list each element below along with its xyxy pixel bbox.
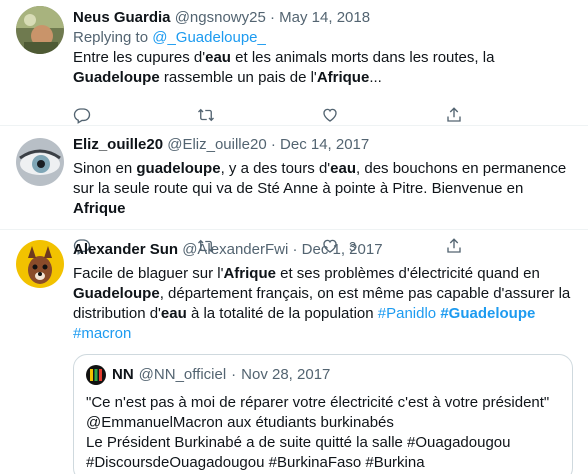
tweet-date[interactable]: Dec 14, 2017: [280, 136, 369, 153]
tweet-date[interactable]: Dec 1, 2017: [302, 241, 383, 258]
reply-icon: [73, 108, 91, 124]
quoted-line: #DiscoursdeOuagadougou #BurkinaFaso #Bur…: [86, 454, 425, 471]
quoted-tweet[interactable]: NN @NN_officiel · Nov 28, 2017 "Ce n'est…: [73, 354, 573, 474]
keyword-highlight: Afrique: [73, 200, 126, 217]
avatar[interactable]: [16, 138, 64, 186]
tweet-text: Facile de blaguer sur l'Afrique et ses p…: [73, 264, 574, 344]
quoted-tweet-date[interactable]: Nov 28, 2017: [241, 365, 330, 385]
quoted-avatar: [86, 365, 106, 385]
text-segment: rassemble un pais de l': [159, 69, 317, 86]
tweet-text: Entre les cupures d'eau et les animals m…: [73, 48, 574, 88]
text-segment: à la totalité de la population: [186, 305, 378, 322]
hashtag-link[interactable]: #Guadeloupe: [440, 305, 535, 322]
keyword-highlight: Afrique: [316, 69, 370, 86]
display-name[interactable]: Neus Guardia: [73, 9, 171, 26]
like-icon: [323, 108, 337, 122]
text-segment: Facile de blaguer sur l': [73, 265, 224, 282]
hashtag-link[interactable]: #Panidlo: [378, 305, 436, 322]
tweet-header: Eliz_ouille20 @Eliz_ouille20 · Dec 14, 2…: [73, 135, 574, 155]
text-segment: Sinon en: [73, 160, 137, 177]
keyword-highlight: Guadeloupe: [73, 69, 160, 86]
quoted-line: @EmmanuelMacron aux étudiants burkinabés: [86, 414, 394, 431]
quoted-line: "Ce n'est pas à moi de réparer votre éle…: [86, 394, 550, 411]
user-handle[interactable]: @AlexanderFwi: [182, 241, 288, 258]
tweet-text: Sinon en guadeloupe, y a des tours d'eau…: [73, 159, 574, 219]
user-handle[interactable]: @Eliz_ouille20: [167, 136, 266, 153]
replying-to-handle[interactable]: @_Guadeloupe_: [152, 29, 266, 46]
retweet-button[interactable]: [197, 106, 257, 124]
tweet[interactable]: Alexander Sun @AlexanderFwi · Dec 1, 201…: [0, 230, 588, 474]
tweet-header: Alexander Sun @AlexanderFwi · Dec 1, 201…: [73, 240, 574, 260]
keyword-highlight: Guadeloupe: [73, 285, 160, 302]
separator-dot: ·: [270, 136, 276, 153]
avatar[interactable]: [16, 6, 64, 54]
separator-dot: ·: [231, 366, 237, 383]
keyword-highlight: eau: [205, 49, 231, 66]
keyword-highlight: eau: [330, 160, 357, 177]
display-name[interactable]: Eliz_ouille20: [73, 136, 163, 153]
like-button[interactable]: [321, 106, 381, 124]
display-name[interactable]: Alexander Sun: [73, 241, 178, 258]
replying-to: Replying to @_Guadeloupe_: [73, 28, 574, 48]
text-segment: et les animals morts dans les routes, la: [230, 49, 495, 66]
replying-to-label: Replying to: [73, 29, 149, 46]
share-icon: [447, 107, 461, 122]
quoted-tweet-header: NN @NN_officiel · Nov 28, 2017: [86, 365, 560, 385]
text-segment: Entre les cupures d': [73, 49, 206, 66]
avatar[interactable]: [16, 240, 64, 288]
tweet-date[interactable]: May 14, 2018: [279, 9, 370, 26]
quoted-user-handle[interactable]: @NN_officiel: [139, 365, 226, 385]
share-button[interactable]: [445, 106, 505, 124]
separator-dot: ·: [292, 241, 298, 258]
keyword-highlight: guadeloupe: [136, 160, 221, 177]
separator-dot: ·: [270, 9, 275, 26]
keyword-highlight: Afrique: [223, 265, 276, 282]
text-segment: ...: [369, 69, 382, 86]
user-handle[interactable]: @ngsnowy25: [175, 9, 266, 26]
tweet[interactable]: Eliz_ouille20 @Eliz_ouille20 · Dec 14, 2…: [0, 126, 588, 255]
quoted-line: Le Président Burkinabé a de suite quitté…: [86, 434, 511, 451]
tweet[interactable]: Neus Guardia @ngsnowy25 · May 14, 2018 R…: [0, 0, 588, 126]
quoted-tweet-text: "Ce n'est pas à moi de réparer votre éle…: [86, 393, 560, 473]
reply-button[interactable]: [73, 106, 133, 124]
quoted-display-name[interactable]: NN: [112, 365, 134, 385]
text-segment: , y a des tours d': [220, 160, 331, 177]
keyword-highlight: eau: [160, 305, 187, 322]
text-segment: et ses problèmes d'électricité quand en: [275, 265, 540, 282]
hashtag-link[interactable]: #macron: [73, 325, 131, 342]
retweet-icon: [198, 108, 214, 122]
tweet-header: Neus Guardia @ngsnowy25 · May 14, 2018: [73, 8, 574, 28]
